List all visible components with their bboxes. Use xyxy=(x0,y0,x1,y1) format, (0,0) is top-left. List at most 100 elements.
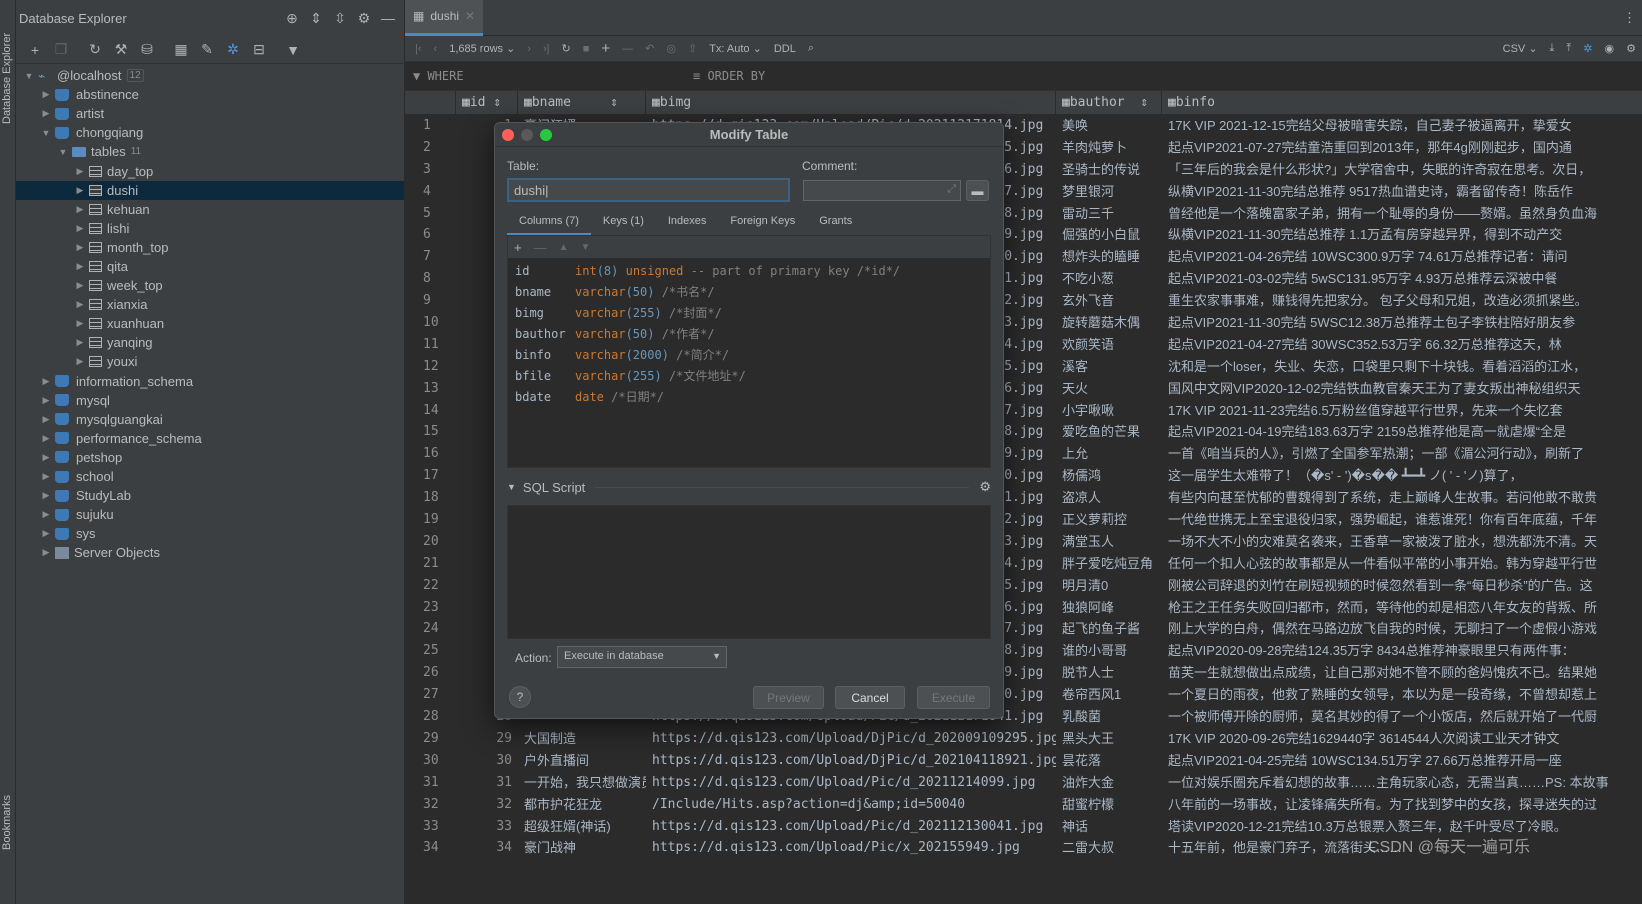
cell-binfo[interactable]: 一位对娱乐圈充斥着幻想的故事……主角玩家心态，无需当真……PS: 本故事 xyxy=(1162,772,1642,794)
console-icon[interactable]: ⊟ xyxy=(246,41,272,58)
cell-bauthor[interactable]: 满堂玉人 xyxy=(1056,531,1162,553)
cell-binfo[interactable]: 起点VIP2021-04-27完结 30WSC352.53万字 66.32万总推… xyxy=(1162,334,1642,356)
cell-bauthor[interactable]: 正义萝莉控 xyxy=(1056,509,1162,531)
cell-bimg[interactable]: https://d.qis123.com/Upload/DjPic/d_2021… xyxy=(646,750,1056,772)
cell-bauthor[interactable]: 神话 xyxy=(1056,816,1162,838)
chevron-down-icon[interactable]: ▼ xyxy=(22,71,36,81)
column-header-bname[interactable]: ▦ bname ⇕ xyxy=(518,90,646,115)
chevron-right-icon[interactable]: ▶ xyxy=(39,108,53,119)
minimize-window-button[interactable] xyxy=(521,129,533,141)
cell-id[interactable]: 34 xyxy=(450,837,518,859)
cell-bimg[interactable]: /Include/Hits.asp?action=dj&amp;id=50040 xyxy=(646,794,1056,816)
cell-bauthor[interactable]: 羊肉炖萝卜 xyxy=(1056,137,1162,159)
cell-bauthor[interactable]: 小宇啾啾 xyxy=(1056,400,1162,422)
cell-bauthor[interactable]: 上允 xyxy=(1056,443,1162,465)
table-row[interactable]: 32 32 都市护花狂龙/Include/Hits.asp?action=dj&am… xyxy=(405,794,1642,816)
add-row-icon[interactable]: + xyxy=(595,40,616,57)
tree-item-kehuan[interactable]: ▶ kehuan xyxy=(16,200,404,219)
chevron-right-icon[interactable]: ▶ xyxy=(73,242,87,253)
collapse-all-icon[interactable]: ⇳ xyxy=(328,10,352,27)
column-definition-line[interactable]: bfile varchar(255) /*文件地址*/ xyxy=(508,366,990,387)
cell-bimg[interactable]: https://d.qis123.com/Upload/DjPic/d_2020… xyxy=(646,728,1056,750)
tree-item-dushi[interactable]: ▶ dushi xyxy=(16,180,404,200)
add-icon[interactable]: + xyxy=(22,42,48,58)
cell-binfo[interactable]: 国风中文网VIP2020-12-02完结铁血教官秦天王为了妻女叛出神秘组织天 xyxy=(1162,378,1642,400)
cell-bname[interactable]: 超级狂婿(神话) xyxy=(518,816,646,838)
tree-item-qita[interactable]: ▶ qita xyxy=(16,257,404,276)
chevron-right-icon[interactable]: ▶ xyxy=(39,376,53,387)
data-source-properties-icon[interactable]: ⚒ xyxy=(108,41,134,58)
tree-item--localhost[interactable]: ▼ ⌁ @localhost 12 xyxy=(16,66,404,85)
jump-to-icon[interactable]: ✲ xyxy=(220,41,246,58)
table-name-input[interactable]: dushi| xyxy=(507,178,790,202)
tree-item-abstinence[interactable]: ▶ abstinence xyxy=(16,85,404,104)
where-filter-input[interactable]: ▼ WHERE xyxy=(405,69,693,83)
cell-bauthor[interactable]: 旋转蘑菇木偶 xyxy=(1056,312,1162,334)
tree-item-day-top[interactable]: ▶ day_top xyxy=(16,161,404,180)
tree-item-xianxia[interactable]: ▶ xianxia xyxy=(16,295,404,314)
chevron-right-icon[interactable]: ▶ xyxy=(73,337,87,348)
cell-binfo[interactable]: 起点VIP2021-07-27完结童浩重回到2013年，那年4g刚刚起步，国内通 xyxy=(1162,137,1642,159)
cell-bimg[interactable]: https://d.qis123.com/Upload/Pic/x_202155… xyxy=(646,837,1056,859)
chevron-down-icon[interactable]: ▼ xyxy=(39,128,53,138)
gear-icon[interactable]: ⚙ xyxy=(979,479,991,495)
cell-binfo[interactable]: 「三年后的我会是什么形状?」大学宿舍中，失眠的许奇寂在思考。次日， xyxy=(1162,159,1642,181)
edit-icon[interactable]: ✎ xyxy=(194,41,220,58)
chevron-right-icon[interactable]: ▶ xyxy=(73,204,87,215)
cell-binfo[interactable]: 起点VIP2021-04-25完结 10WSC134.51万字 27.66万总推… xyxy=(1162,750,1642,772)
cell-binfo[interactable]: 沈和是一个loser，失业、失恋，口袋里只剩下十块钱。看着滔滔的江水， xyxy=(1162,356,1642,378)
next-page-icon[interactable]: › xyxy=(521,43,537,55)
export-format-dropdown[interactable]: CSV ⌄ xyxy=(1497,42,1544,55)
chevron-right-icon[interactable]: ▶ xyxy=(73,280,87,291)
columns-editor[interactable]: + — ▲ ▼ id int(8) unsigned -- part of pri… xyxy=(507,235,991,468)
tab-indexes[interactable]: Indexes xyxy=(656,209,719,236)
cell-bauthor[interactable]: 玄外飞音 xyxy=(1056,290,1162,312)
cell-binfo[interactable]: 苗芙一生就想做出点成绩，让自己那对她不管不顾的爸妈愧疚不已。结果她 xyxy=(1162,662,1642,684)
view-icon[interactable]: ◎ xyxy=(660,42,682,55)
filter-icon[interactable]: ▼ xyxy=(280,42,306,58)
preview-button[interactable]: Preview xyxy=(753,686,824,709)
tree-item-week-top[interactable]: ▶ week_top xyxy=(16,276,404,295)
cell-bauthor[interactable]: 甜蜜柠檬 xyxy=(1056,794,1162,816)
cell-bauthor[interactable]: 独狼阿峰 xyxy=(1056,597,1162,619)
cell-id[interactable]: 33 xyxy=(450,816,518,838)
zoom-window-button[interactable] xyxy=(540,129,552,141)
chevron-right-icon[interactable]: ▶ xyxy=(39,490,53,501)
cell-bauthor[interactable]: 盗凉人 xyxy=(1056,487,1162,509)
chevron-right-icon[interactable]: ▶ xyxy=(39,509,53,520)
table-row[interactable]: 31 31 一开始，我只想做演员 https://d.qis123.com/Uploa… xyxy=(405,772,1642,794)
tree-item-chongqiang[interactable]: ▼ chongqiang xyxy=(16,123,404,142)
tab-dushi[interactable]: ▦ dushi ✕ xyxy=(405,0,484,36)
upload-icon[interactable]: ⤒ xyxy=(1560,42,1577,55)
gear-icon[interactable]: ⚙ xyxy=(352,10,376,27)
cell-id[interactable]: 30 xyxy=(450,750,518,772)
tree-item-performance-schema[interactable]: ▶ performance_schema xyxy=(16,429,404,448)
column-header-bimg[interactable]: ▦ bimg xyxy=(646,90,1056,115)
cell-bimg[interactable]: https://d.qis123.com/Upload/Pic/d_202112… xyxy=(646,772,1056,794)
chevron-down-icon[interactable]: ▼ xyxy=(56,147,70,157)
chevron-right-icon[interactable]: ▶ xyxy=(39,452,53,463)
tree-item-artist[interactable]: ▶ artist xyxy=(16,104,404,123)
cell-bauthor[interactable]: 卷帘西风1 xyxy=(1056,684,1162,706)
cell-bauthor[interactable]: 二雷大叔 xyxy=(1056,837,1162,859)
cell-bname[interactable]: 户外直播间 xyxy=(518,750,646,772)
cell-binfo[interactable]: 八年前的一场事故，让凌锋痛失所有。为了找到梦中的女孩，探寻迷失的过 xyxy=(1162,794,1642,816)
column-definition-line[interactable]: bimg varchar(255) /*封面*/ xyxy=(508,303,990,324)
cell-binfo[interactable]: 一个被师傅开除的厨师，莫名其妙的得了一个小饭店，然后就开始了一代厨 xyxy=(1162,706,1642,728)
cell-binfo[interactable]: 刚被公司辞退的刘竹在刷短视频的时候忽然看到一条“每日秒杀”的广告。这 xyxy=(1162,575,1642,597)
chevron-right-icon[interactable]: ▶ xyxy=(73,261,87,272)
more-tabs-icon[interactable]: ⋮ xyxy=(1623,10,1642,26)
cell-binfo[interactable]: 一场不大不小的灾难莫名袭来，王香草一家被泼了脏水，想洗都洗不清。天 xyxy=(1162,531,1642,553)
move-down-icon[interactable]: ▼ xyxy=(581,242,591,253)
table-icon[interactable]: ▦ xyxy=(168,41,194,58)
chevron-right-icon[interactable]: ▶ xyxy=(39,414,53,425)
table-row[interactable]: 30 30 户外直播间 https://d.qis123.com/Upload/DjP… xyxy=(405,750,1642,772)
tab-columns-7[interactable]: Columns (7) xyxy=(507,209,591,236)
cell-id[interactable]: 32 xyxy=(450,794,518,816)
cell-bauthor[interactable]: 溪客 xyxy=(1056,356,1162,378)
cell-id[interactable]: 31 xyxy=(450,772,518,794)
cell-binfo[interactable]: 这一届学生太难带了！（�s' - ')�s�� ┻━┻ ノ( ' - 'ノ)算了… xyxy=(1162,465,1642,487)
close-window-button[interactable] xyxy=(502,129,514,141)
expand-all-icon[interactable]: ⇕ xyxy=(304,10,328,27)
cell-bauthor[interactable]: 倔强的小白鼠 xyxy=(1056,224,1162,246)
